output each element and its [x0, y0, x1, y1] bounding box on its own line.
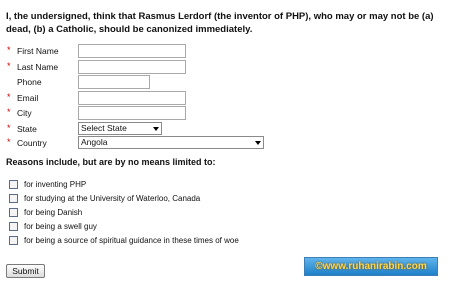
first-name-input[interactable] — [78, 44, 186, 58]
state-label: State — [17, 124, 37, 134]
reasons-title: Reasons include, but are by no means lim… — [6, 157, 216, 167]
reason-label: for being a swell guy — [24, 222, 97, 231]
submit-button[interactable]: Submit — [6, 264, 45, 278]
first-name-label: First Name — [17, 46, 59, 56]
state-select[interactable]: Select State — [78, 122, 162, 135]
watermark-banner: ©www.ruhanirabin.com — [304, 257, 438, 276]
required-marker: * — [7, 107, 11, 117]
reason-checkbox[interactable] — [9, 208, 18, 217]
phone-label: Phone — [17, 77, 42, 87]
state-selected-value: Select State — [81, 123, 127, 133]
last-name-input[interactable] — [78, 60, 186, 74]
required-marker: * — [7, 45, 11, 55]
petition-heading: I, the undersigned, think that Rasmus Le… — [6, 11, 434, 35]
reason-checkbox[interactable] — [9, 222, 18, 231]
required-marker: * — [7, 137, 11, 147]
reason-checkbox[interactable] — [9, 194, 18, 203]
reason-checkbox[interactable] — [9, 180, 18, 189]
reason-checkbox[interactable] — [9, 236, 18, 245]
chevron-down-icon — [255, 141, 261, 145]
last-name-label: Last Name — [17, 62, 59, 72]
country-select[interactable]: Angola — [78, 136, 264, 149]
required-marker: * — [7, 61, 11, 71]
reason-label: for studying at the University of Waterl… — [24, 194, 201, 203]
city-label: City — [17, 108, 32, 118]
reason-label: for inventing PHP — [24, 180, 87, 189]
country-selected-value: Angola — [81, 137, 108, 147]
chevron-down-icon — [153, 127, 159, 131]
email-label: Email — [17, 93, 39, 103]
reason-label: for being a source of spiritual guidance… — [24, 236, 239, 245]
country-label: Country — [17, 138, 47, 148]
reason-label: for being Danish — [24, 208, 83, 217]
required-marker: * — [7, 92, 11, 102]
city-input[interactable] — [78, 106, 186, 120]
required-marker: * — [7, 123, 11, 133]
phone-input[interactable] — [78, 75, 150, 89]
email-input[interactable] — [78, 91, 186, 105]
